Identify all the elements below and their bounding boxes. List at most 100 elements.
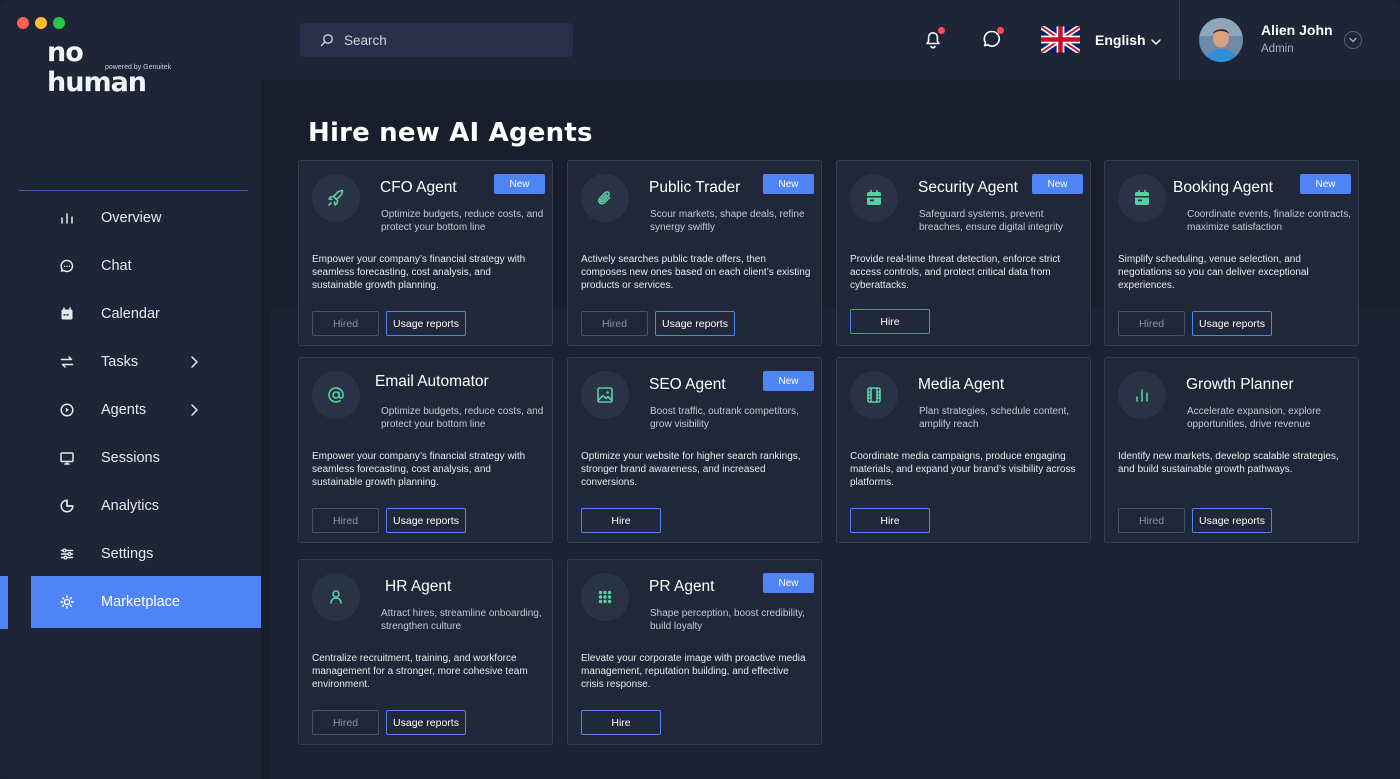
sidebar-item-marketplace[interactable]: Marketplace (31, 576, 261, 628)
sidebar-item-overview[interactable]: Overview (31, 194, 261, 242)
chevron-right-icon (189, 403, 199, 422)
agent-subtitle: Optimize budgets, reduce costs, and prot… (381, 406, 544, 430)
top-header: Search English Alien John Admin (261, 0, 1400, 80)
sidebar-item-label: Analytics (101, 498, 160, 514)
app-logo[interactable]: no human powered by Genuitek (47, 38, 187, 98)
new-badge: New (763, 573, 814, 593)
agent-card-security: Security Agent New Safeguard systems, pr… (836, 160, 1091, 346)
hired-button[interactable]: Hired (1118, 311, 1185, 336)
messages-button[interactable] (981, 27, 1004, 50)
agent-description: Provide real-time threat detection, enfo… (850, 254, 1061, 291)
user-menu-toggle[interactable] (1344, 31, 1362, 49)
chevron-down-icon[interactable] (1150, 34, 1162, 52)
hired-button[interactable]: Hired (312, 508, 379, 533)
rocket-icon (312, 174, 360, 222)
message-dot (997, 27, 1004, 34)
sidebar-item-tasks[interactable]: Tasks (31, 338, 261, 386)
new-badge: New (1032, 174, 1083, 194)
agent-card-booking: Booking Agent New Coordinate events, fin… (1104, 160, 1359, 346)
agent-subtitle: Plan strategies, schedule content, ampli… (919, 406, 1070, 430)
usage-reports-button[interactable]: Usage reports (386, 311, 466, 336)
agent-subtitle: Boost traffic, outrank competitors, grow… (650, 406, 799, 430)
sidebar-item-calendar[interactable]: Calendar (31, 290, 261, 338)
agent-title: Public Trader (649, 179, 741, 196)
user-role: Admin (1261, 43, 1294, 55)
hired-button[interactable]: Hired (581, 311, 648, 336)
search-input[interactable]: Search (344, 33, 387, 48)
agent-subtitle: Accelerate expansion, explore opportunit… (1187, 406, 1321, 430)
uk-flag-icon[interactable] (1041, 26, 1080, 53)
sidebar-item-label: Calendar (101, 306, 160, 322)
search-icon (320, 34, 333, 47)
usage-reports-button[interactable]: Usage reports (655, 311, 735, 336)
usage-reports-button[interactable]: Usage reports (386, 508, 466, 533)
active-nav-indicator (0, 576, 8, 629)
hire-button[interactable]: Hire (850, 508, 930, 533)
chevron-right-icon (189, 355, 199, 374)
usage-reports-button[interactable]: Usage reports (1192, 508, 1272, 533)
sidebar-item-label: Settings (101, 546, 154, 562)
usage-reports-button[interactable]: Usage reports (1192, 311, 1272, 336)
user-icon (312, 573, 360, 621)
main-content: Hire new AI Agents CFO Agent New Optimiz… (261, 80, 1400, 779)
agent-card-pr: PR Agent New Shape perception, boost cre… (567, 559, 822, 745)
hired-button[interactable]: Hired (312, 710, 379, 735)
sidebar-divider (19, 190, 248, 191)
grid-dots-icon (581, 573, 629, 621)
agent-description: Elevate your corporate image with proact… (581, 653, 806, 690)
hired-button[interactable]: Hired (312, 311, 379, 336)
play-circle-icon (59, 402, 75, 418)
agent-title: Growth Planner (1186, 376, 1294, 393)
hire-button[interactable]: Hire (850, 309, 930, 334)
agent-description: Simplify scheduling, venue selection, an… (1118, 254, 1309, 291)
new-badge: New (763, 371, 814, 391)
agent-subtitle: Coordinate events, finalize contracts, m… (1187, 209, 1351, 233)
agent-card-email-automator: Email Automator Optimize budgets, reduce… (298, 357, 553, 543)
agent-description: Optimize your website for higher search … (581, 451, 801, 488)
bar-chart-icon (1118, 371, 1166, 419)
close-window-button[interactable] (17, 17, 29, 29)
sidebar-item-analytics[interactable]: Analytics (31, 482, 261, 530)
agent-title: HR Agent (385, 578, 452, 595)
sidebar-item-label: Overview (101, 210, 162, 226)
user-name: Alien John (1261, 22, 1333, 38)
agent-card-hr: HR Agent Attract hires, streamline onboa… (298, 559, 553, 745)
image-icon (581, 371, 629, 419)
agent-subtitle: Scour markets, shape deals, refine syner… (650, 209, 805, 233)
sidebar-item-label: Chat (101, 258, 132, 274)
agent-subtitle: Optimize budgets, reduce costs, and prot… (381, 209, 544, 233)
search-bar[interactable]: Search (300, 23, 573, 57)
notification-dot (938, 27, 945, 34)
sidebar-item-sessions[interactable]: Sessions (31, 434, 261, 482)
notifications-button[interactable] (922, 27, 945, 50)
agent-subtitle: Shape perception, boost credibility, bui… (650, 608, 805, 632)
agent-description: Empower your company’s financial strateg… (312, 451, 526, 488)
bar-chart-icon (59, 210, 75, 226)
new-badge: New (494, 174, 545, 194)
sidebar-item-chat[interactable]: Chat (31, 242, 261, 290)
chat-bubble-icon (59, 258, 75, 274)
new-badge: New (1300, 174, 1351, 194)
agent-card-growth-planner: Growth Planner Accelerate expansion, exp… (1104, 357, 1359, 543)
language-selector[interactable]: English (1095, 32, 1146, 48)
calendar-card-icon (1118, 174, 1166, 222)
avatar[interactable] (1199, 18, 1243, 62)
usage-reports-button[interactable]: Usage reports (386, 710, 466, 735)
hire-button[interactable]: Hire (581, 710, 661, 735)
agent-title: Security Agent (918, 179, 1018, 196)
minimize-window-button[interactable] (35, 17, 47, 29)
pie-chart-icon (59, 498, 75, 514)
maximize-window-button[interactable] (53, 17, 65, 29)
monitor-icon (59, 450, 75, 466)
hire-button[interactable]: Hire (581, 508, 661, 533)
sidebar-item-settings[interactable]: Settings (31, 530, 261, 578)
agent-subtitle: Safeguard systems, prevent breaches, ens… (919, 209, 1063, 233)
sidebar-item-agents[interactable]: Agents (31, 386, 261, 434)
agent-title: SEO Agent (649, 376, 726, 393)
hired-button[interactable]: Hired (1118, 508, 1185, 533)
at-sign-icon (312, 371, 360, 419)
agent-description: Centralize recruitment, training, and wo… (312, 653, 528, 690)
logo-tagline: powered by Genuitek (105, 64, 172, 71)
sidebar-item-label: Tasks (101, 354, 139, 370)
window-controls (17, 17, 65, 29)
